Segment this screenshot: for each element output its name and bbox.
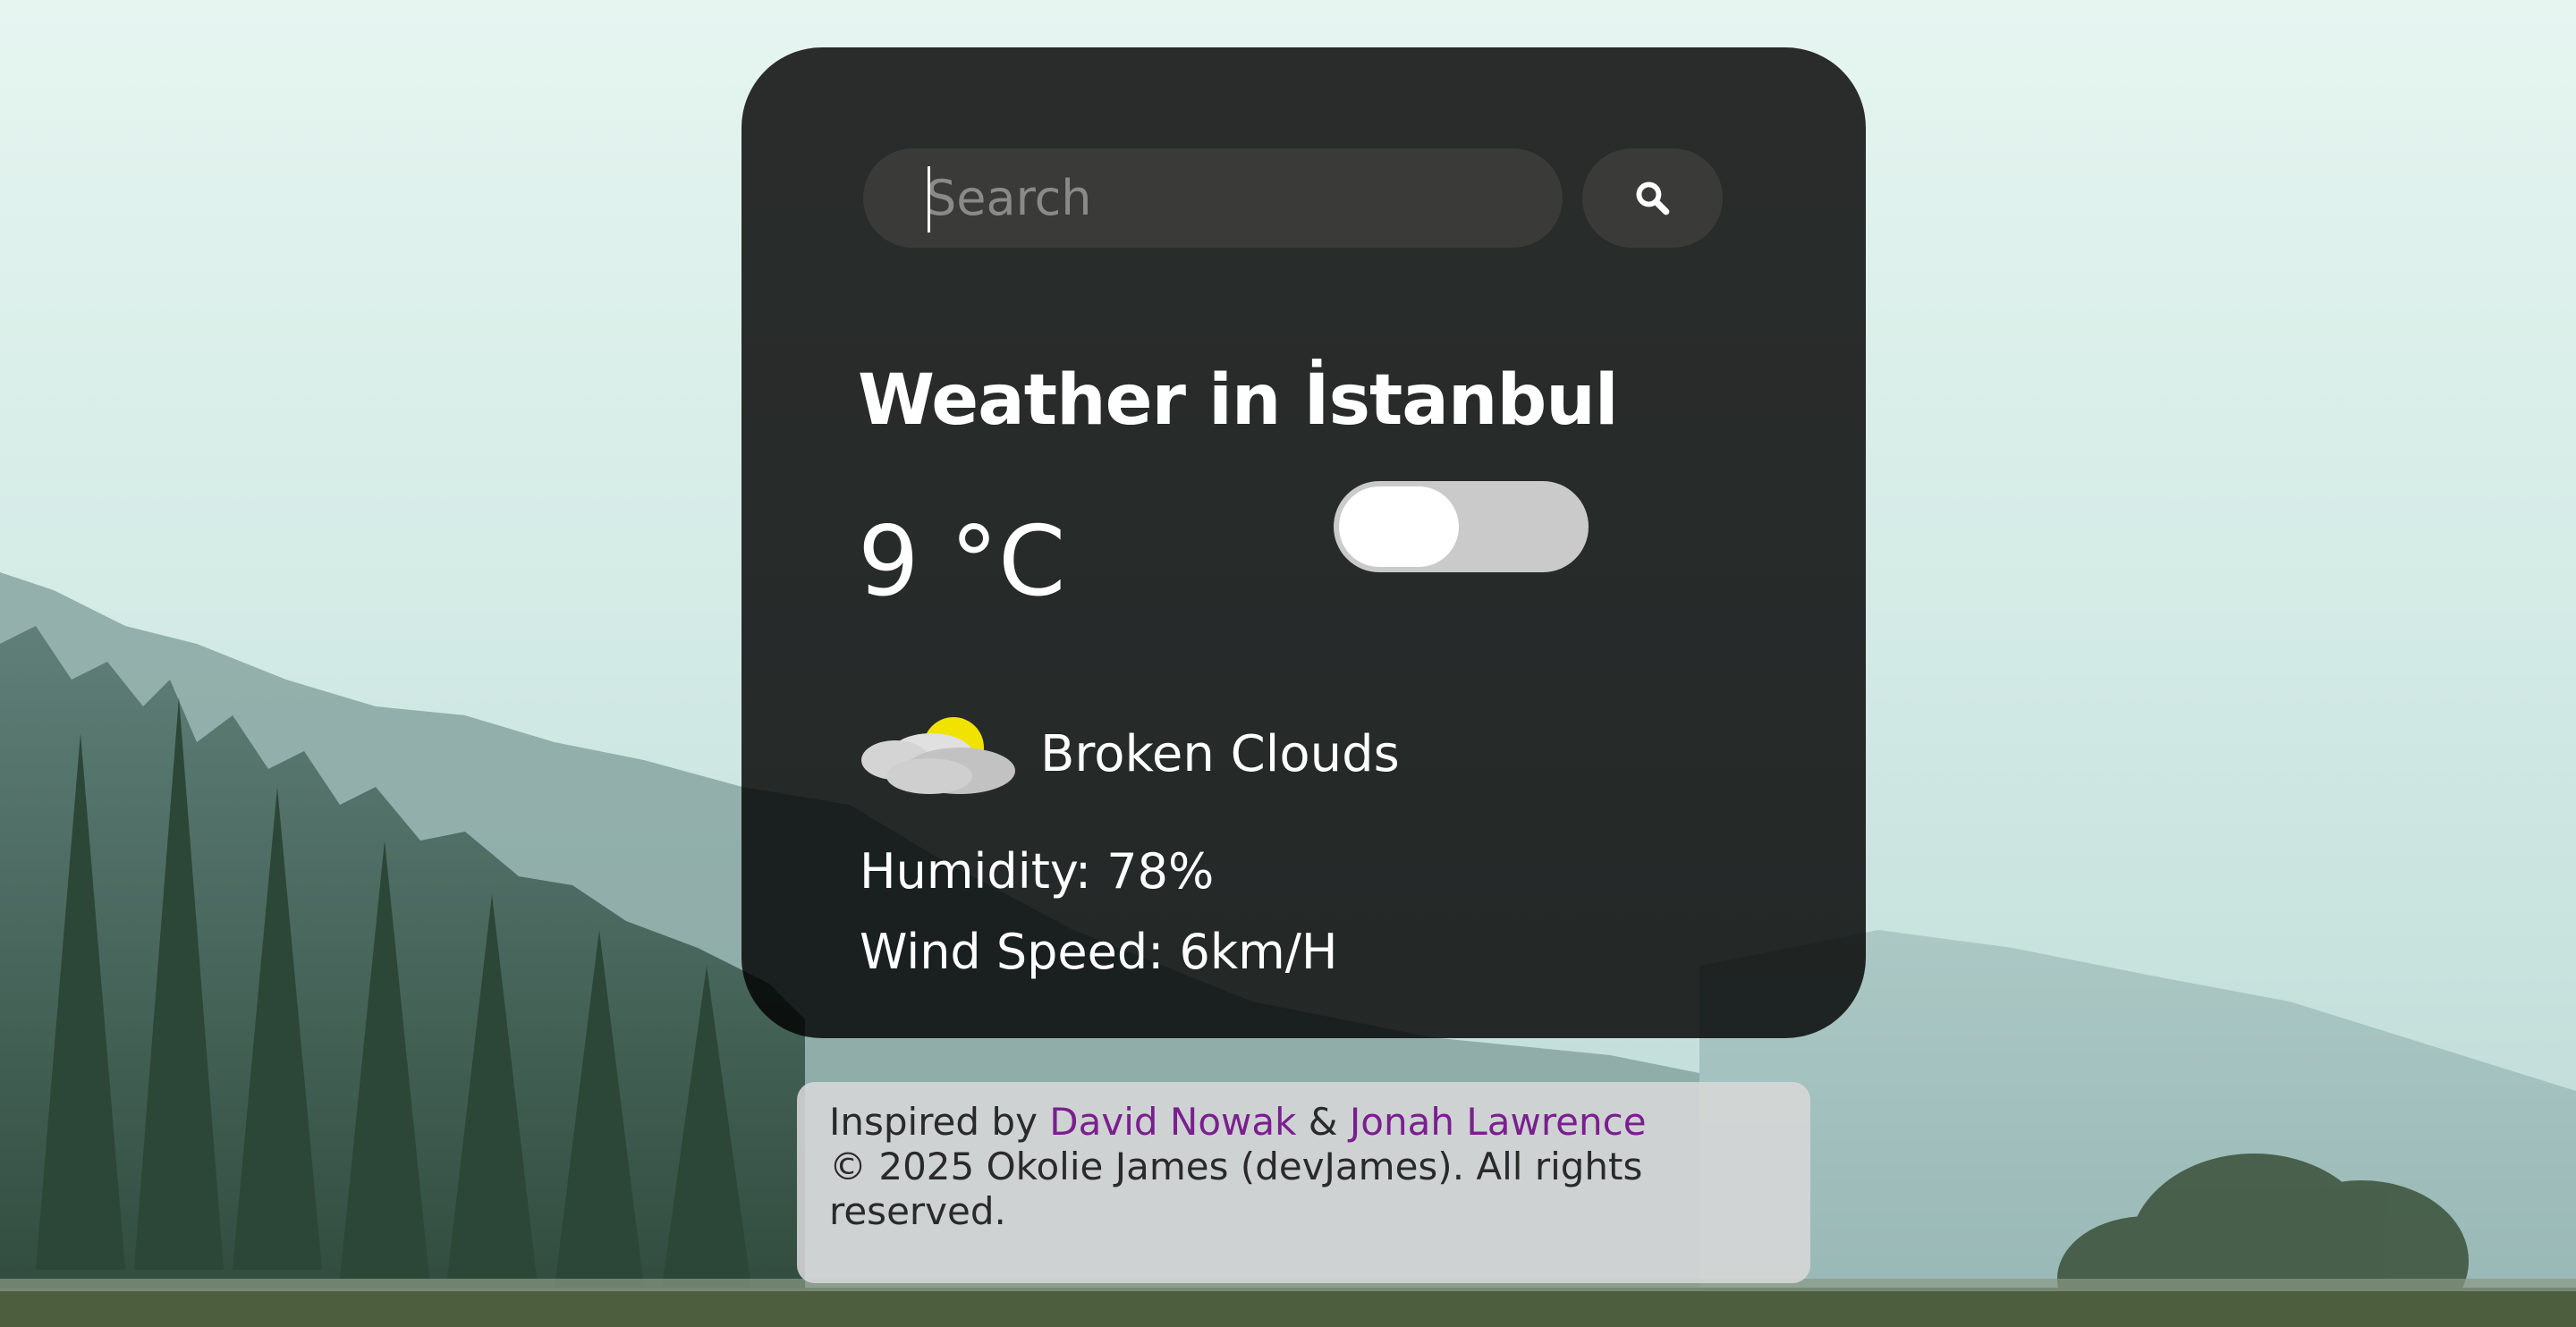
search-input[interactable] — [863, 148, 1563, 248]
search-icon — [1635, 181, 1669, 215]
unit-toggle[interactable] — [1334, 481, 1589, 572]
temperature: 9 °C — [858, 506, 1066, 618]
city-title: Weather in İstanbul — [858, 360, 1619, 441]
copyright-text: © 2025 Okolie James (devJames). All righ… — [829, 1145, 1643, 1233]
footer: Inspired by David Nowak & Jonah Lawrence… — [797, 1082, 1810, 1283]
inspired-prefix: Inspired by — [829, 1100, 1038, 1144]
toggle-knob — [1339, 486, 1459, 567]
broken-clouds-icon — [861, 717, 1015, 794]
condition-row: Broken Clouds — [860, 714, 1400, 794]
text-caret — [928, 166, 930, 232]
condition-text: Broken Clouds — [1040, 724, 1400, 783]
ampersand: & — [1308, 1100, 1338, 1144]
search-row — [863, 148, 1723, 248]
author-link-jonah-lawrence[interactable]: Jonah Lawrence — [1350, 1100, 1647, 1144]
author-link-david-nowak[interactable]: David Nowak — [1049, 1100, 1296, 1144]
search-button[interactable] — [1582, 148, 1723, 248]
weather-card: Weather in İstanbul 9 °C Broken Clouds H… — [741, 47, 1866, 1038]
wind-speed-text: Wind Speed: 6km/H — [860, 924, 1338, 980]
humidity-text: Humidity: 78% — [860, 843, 1215, 900]
